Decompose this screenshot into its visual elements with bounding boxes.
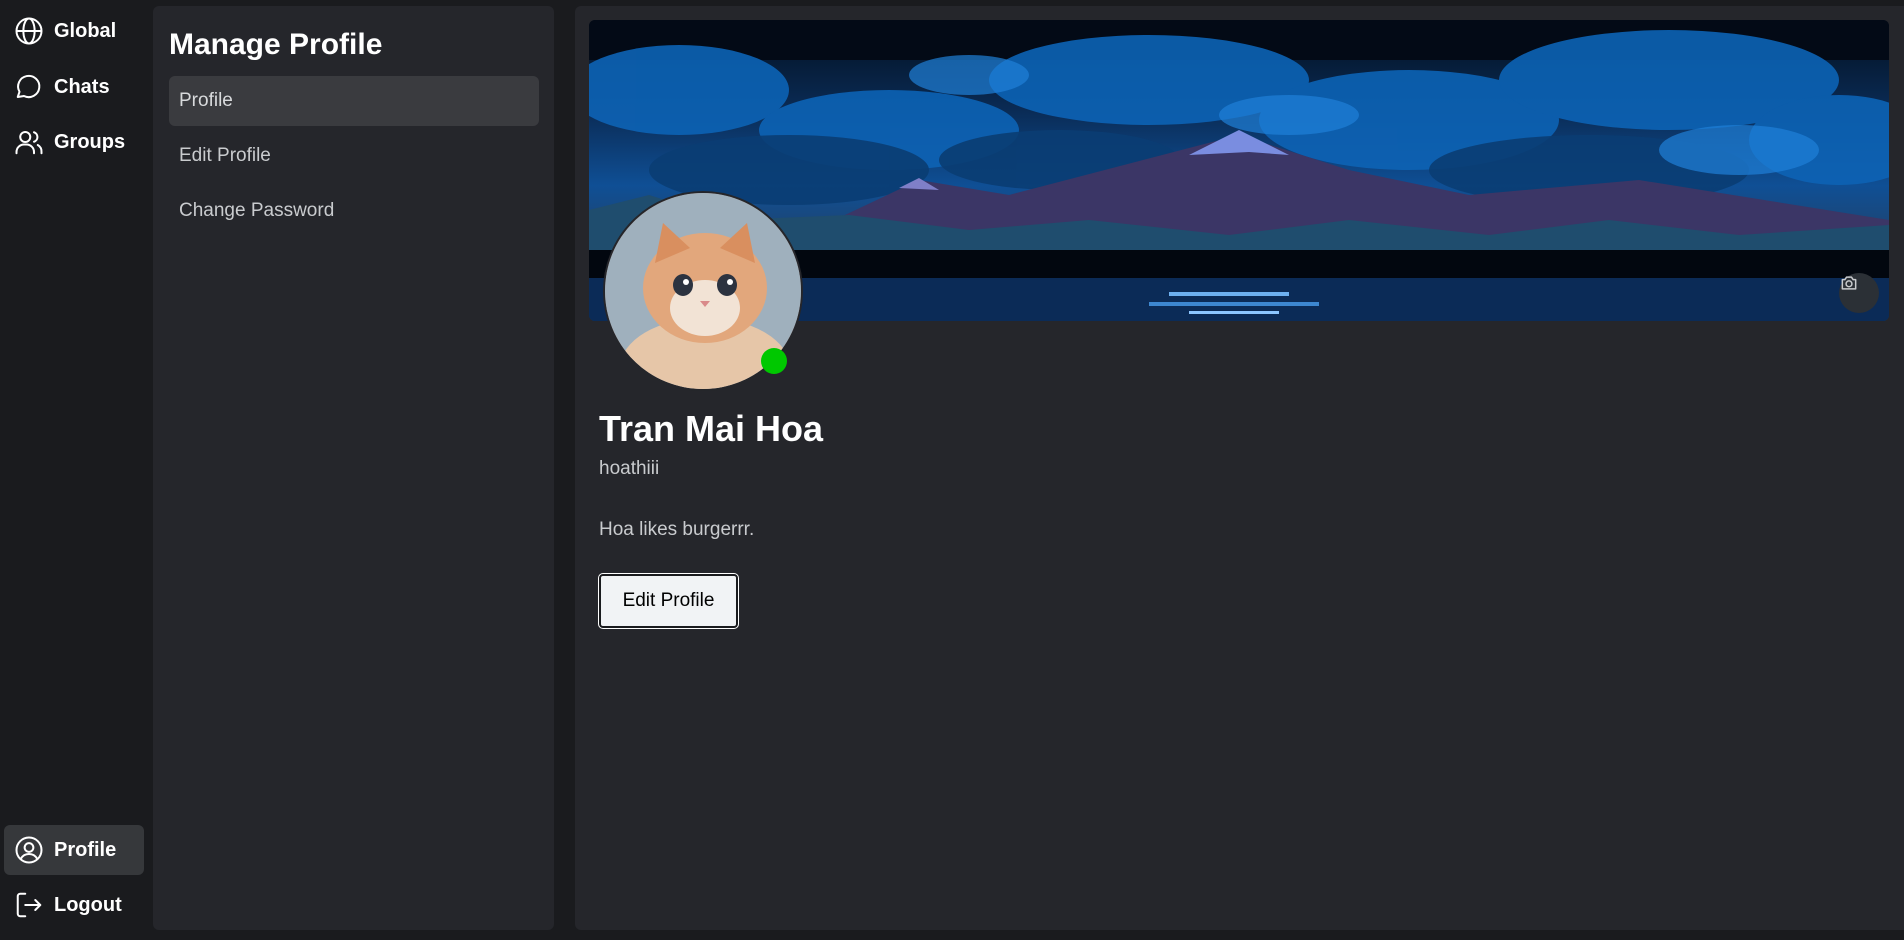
nav-item-global[interactable]: Global bbox=[4, 6, 144, 56]
panel-item-change-password[interactable]: Change Password bbox=[169, 186, 539, 236]
change-cover-button[interactable] bbox=[1839, 273, 1879, 313]
globe-icon bbox=[15, 17, 43, 45]
camera-icon bbox=[1841, 276, 1857, 290]
profile-bio: Hoa likes burgerrr. bbox=[599, 519, 755, 540]
nav-label-chats: Chats bbox=[54, 75, 110, 98]
chat-bubble-icon bbox=[16, 74, 41, 99]
user-circle-icon bbox=[15, 836, 43, 864]
nav-label-profile: Profile bbox=[54, 838, 117, 861]
edit-profile-button[interactable]: Edit Profile bbox=[599, 574, 738, 628]
nav-label-groups: Groups bbox=[54, 130, 126, 153]
panel-item-profile[interactable]: Profile bbox=[169, 76, 539, 126]
main-nav: Global Chats Groups Profile Logout bbox=[0, 0, 150, 940]
nav-label-global: Global bbox=[54, 19, 117, 42]
nav-item-groups[interactable]: Groups bbox=[4, 117, 144, 167]
panel-item-edit-profile[interactable]: Edit Profile bbox=[169, 131, 539, 181]
nav-item-chats[interactable]: Chats bbox=[4, 62, 144, 112]
profile-display-name: Tran Mai Hoa bbox=[599, 408, 824, 449]
users-icon bbox=[15, 131, 43, 155]
logout-icon bbox=[16, 892, 42, 918]
manage-profile-panel: Manage Profile Profile Edit Profile Chan… bbox=[153, 6, 554, 930]
nav-label-logout: Logout bbox=[54, 893, 122, 916]
nav-item-logout[interactable]: Logout bbox=[4, 880, 144, 930]
profile-username: hoathiii bbox=[599, 458, 660, 479]
online-status-indicator bbox=[761, 348, 787, 374]
panel-title: Manage Profile bbox=[169, 28, 383, 61]
nav-item-profile[interactable]: Profile bbox=[4, 825, 144, 875]
profile-main: Tran Mai Hoa hoathiii Hoa likes burgerrr… bbox=[575, 6, 1904, 930]
